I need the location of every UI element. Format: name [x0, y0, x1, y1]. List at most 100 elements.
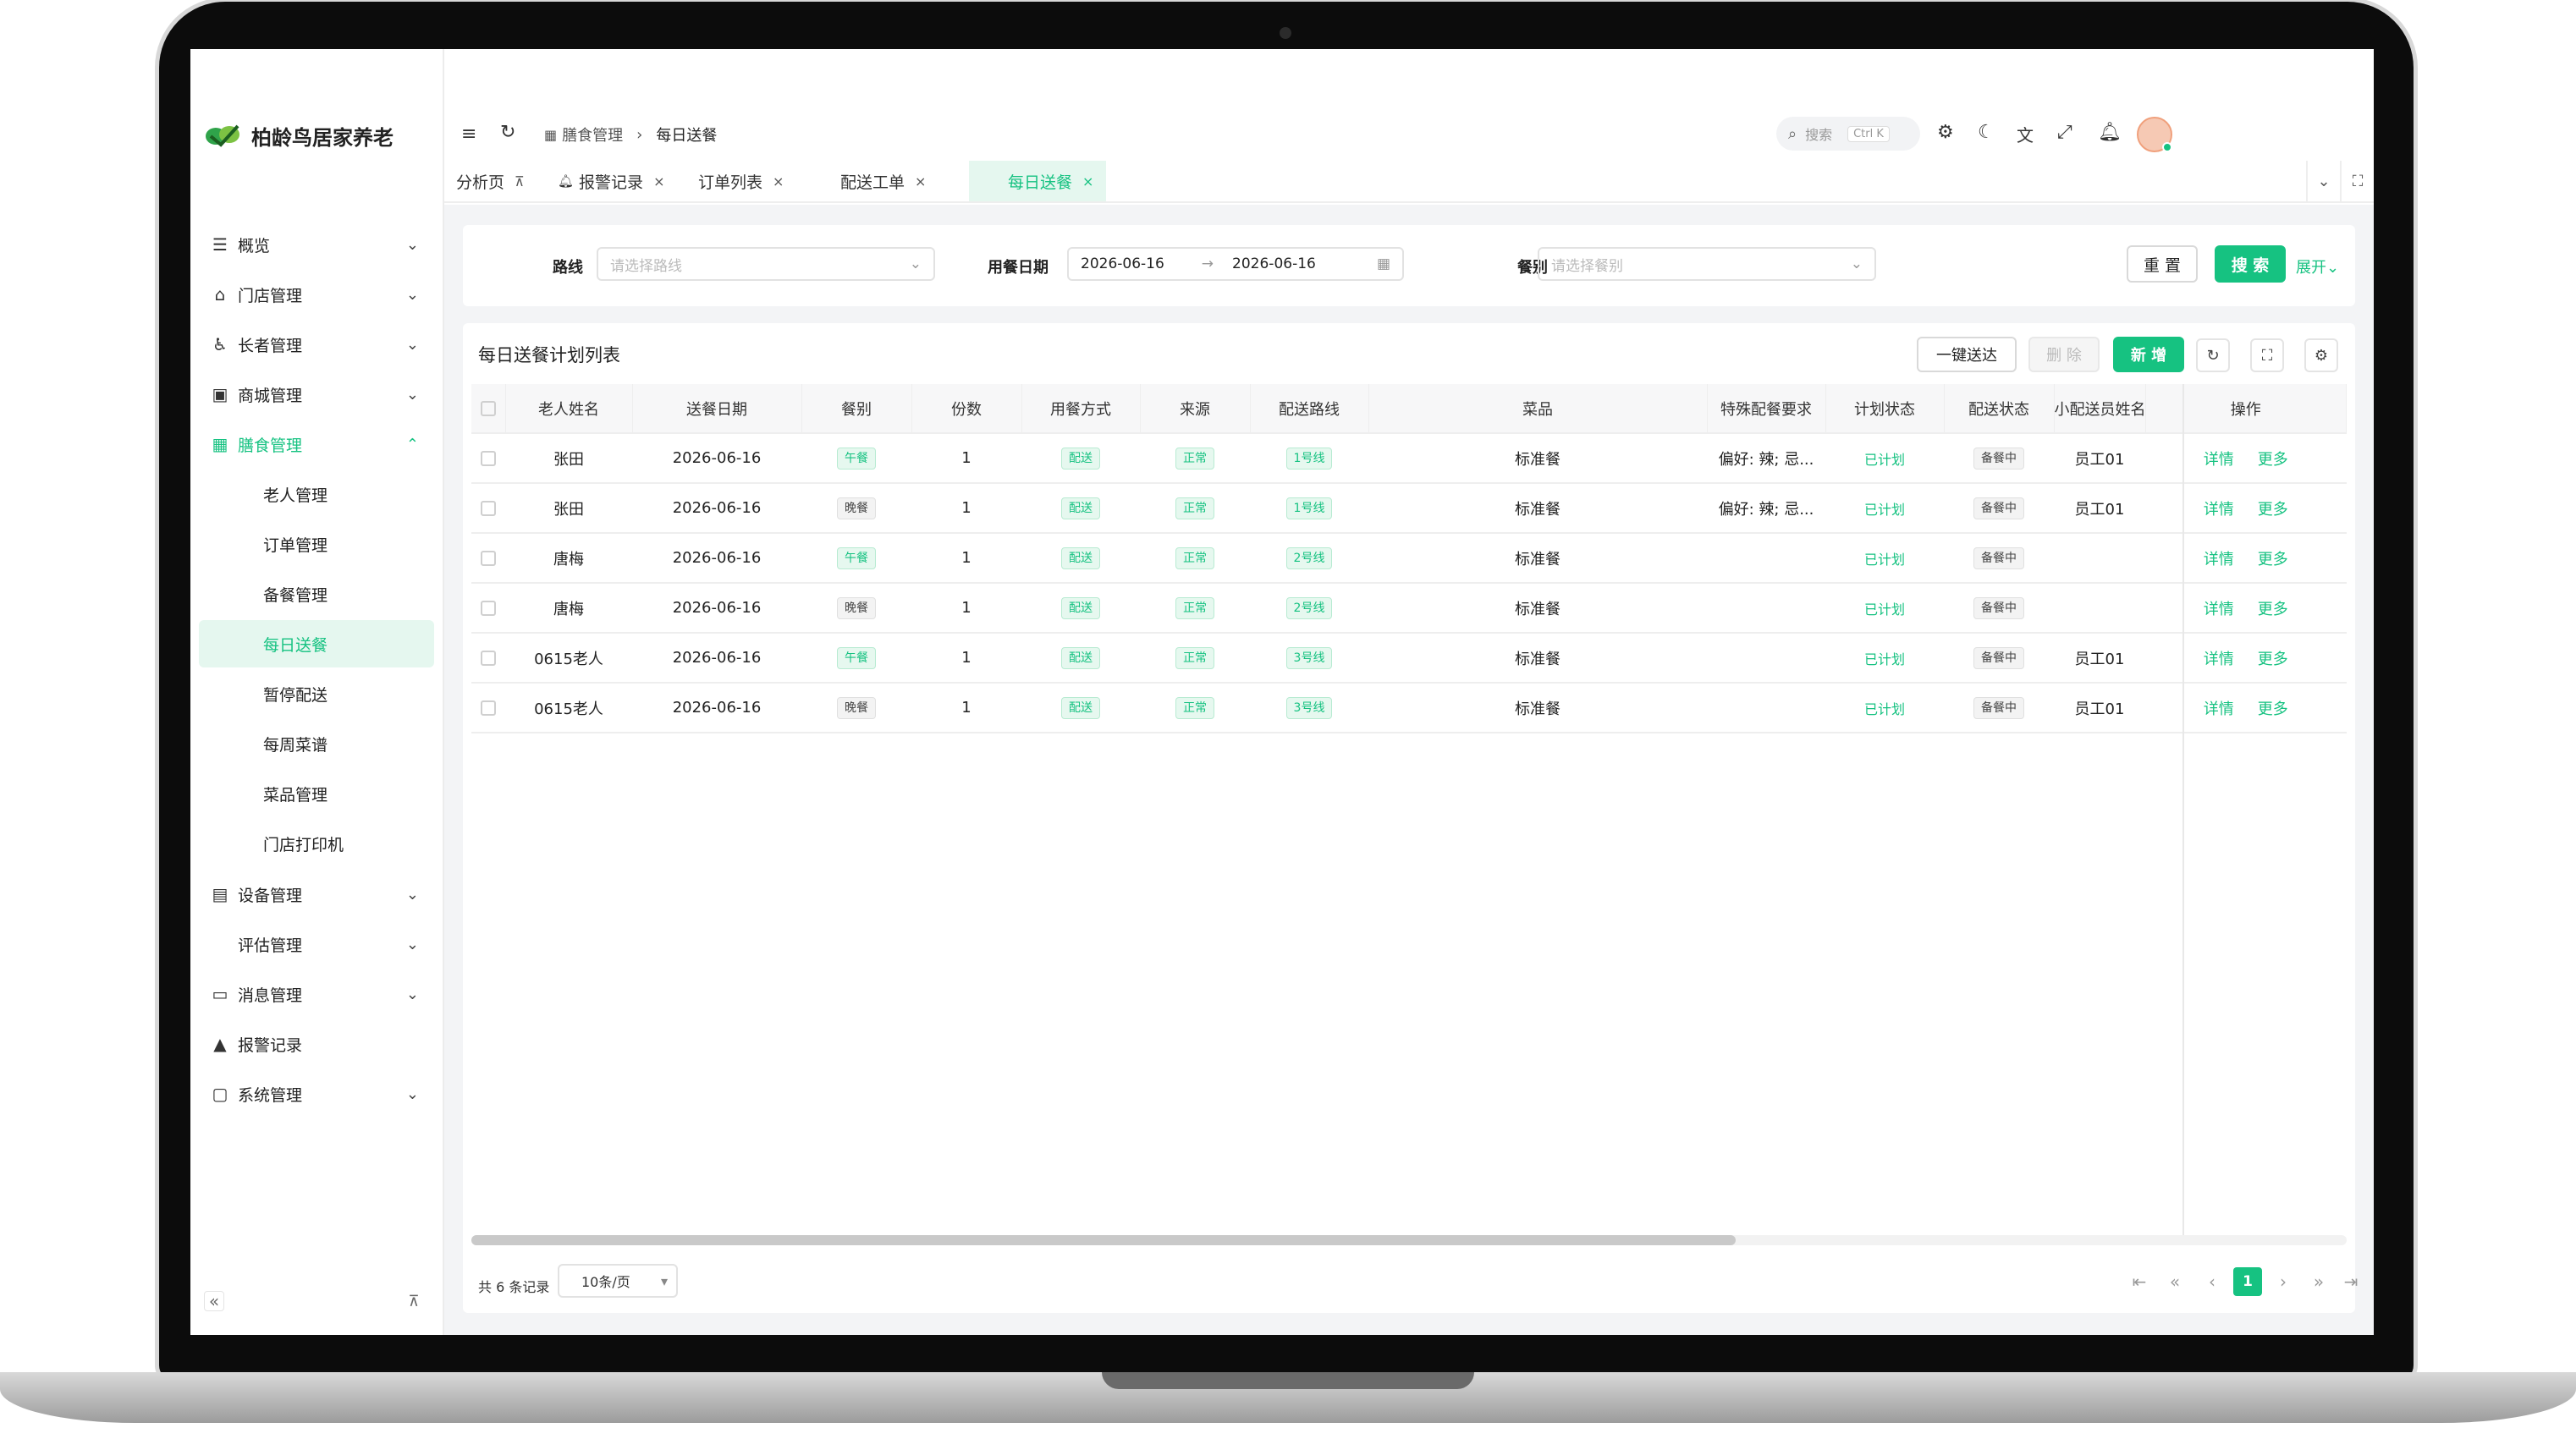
sidebar-item-alarm[interactable]: ▲ 报警记录 — [199, 1021, 434, 1067]
sidebar-subitem-prep-manage[interactable]: 备餐管理 — [199, 570, 434, 618]
sidebar-subitem-order-manage[interactable]: 订单管理 — [199, 520, 434, 568]
detail-link[interactable]: 详情 — [2204, 551, 2234, 568]
menu-toggle-button[interactable]: ≡ — [461, 124, 476, 145]
row-checkbox[interactable] — [481, 651, 496, 666]
scrollbar-thumb[interactable] — [471, 1235, 1736, 1245]
row-checkbox[interactable] — [481, 451, 496, 466]
scan-icon: ⛶ — [2352, 172, 2364, 190]
table-refresh-button[interactable]: ↻ — [2196, 338, 2230, 372]
sidebar-item-device[interactable]: ▤ 设备管理 ⌄ — [199, 871, 434, 917]
select-all-checkbox[interactable] — [480, 401, 496, 416]
theme-toggle-button[interactable]: ☾ — [1978, 122, 1995, 143]
prev-page-button[interactable]: ‹ — [2198, 1267, 2226, 1296]
sidebar-item-mall[interactable]: ▣ 商城管理 ⌄ — [199, 371, 434, 417]
sidebar-subitem-store-printer[interactable]: 门店打印机 — [199, 820, 434, 867]
quantity: 1 — [961, 449, 972, 467]
table-row[interactable]: 唐梅 2026-06-16 晚餐 1 配送 正常 2号线 标准餐 已计划 备餐中 详情 更多 — [471, 583, 2347, 634]
breadcrumb-parent[interactable]: 膳食管理 — [562, 124, 623, 146]
sidebar-item-store[interactable]: ⌂ 门店管理 ⌄ — [199, 272, 434, 317]
first-page-button[interactable]: ⇤ — [2125, 1267, 2154, 1296]
table-row[interactable]: 唐梅 2026-06-16 午餐 1 配送 正常 2号线 标准餐 已计划 备餐中 详情 更多 — [471, 533, 2347, 584]
sidebar-subitem-daily-delivery[interactable]: 每日送餐 — [199, 620, 434, 667]
date-range-picker[interactable]: 2026-06-16 → 2026-06-16 ▦ — [1067, 247, 1404, 281]
row-checkbox[interactable] — [481, 700, 496, 716]
collapse-sidebar-button[interactable]: « — [204, 1291, 224, 1311]
page-number-current[interactable]: 1 — [2233, 1267, 2262, 1296]
sidebar-subitem-weekly-menu[interactable]: 每周菜谱 — [199, 720, 434, 767]
table-row[interactable]: 张田 2026-06-16 晚餐 1 配送 正常 1号线 标准餐 偏好: 辣; 忌... 已计划 备… — [471, 483, 2347, 534]
sidebar-subitem-dish-manage[interactable]: 菜品管理 — [199, 770, 434, 817]
close-icon[interactable]: × — [653, 173, 664, 189]
detail-link[interactable]: 详情 — [2204, 601, 2234, 618]
next-five-button[interactable]: » — [2304, 1267, 2333, 1296]
close-icon[interactable]: × — [1082, 173, 1093, 189]
more-link[interactable]: 更多 — [2258, 451, 2288, 469]
last-page-button[interactable]: ⇥ — [2337, 1267, 2365, 1296]
sidebar-item-meal[interactable]: ▦ 膳食管理 ⌃ — [199, 421, 434, 467]
refresh-button[interactable]: ↻ — [500, 122, 515, 143]
tab-order-list[interactable]: 订单列表 × — [686, 161, 795, 201]
reset-button[interactable]: 重 置 — [2127, 245, 2198, 283]
tab-dropdown-button[interactable]: ⌄ — [2306, 161, 2340, 201]
close-icon[interactable]: × — [915, 173, 926, 189]
pin-icon[interactable]: ⊼ — [515, 173, 525, 189]
global-search[interactable]: ⌕ 搜索 Ctrl K — [1776, 117, 1920, 151]
column-header-delivery-status: 配送状态 — [1944, 384, 2055, 434]
meal-select[interactable]: 请选择餐别 ⌄ — [1538, 247, 1876, 281]
expand-filters-link[interactable]: 展开⌄ — [2296, 255, 2339, 277]
tab-daily-delivery[interactable]: 每日送餐 × — [969, 161, 1106, 201]
more-link[interactable]: 更多 — [2258, 551, 2288, 568]
fullscreen-button[interactable]: ⤢ — [2057, 122, 2072, 143]
horizontal-scrollbar[interactable] — [471, 1235, 2347, 1245]
sidebar-item-assessment[interactable]: 评估管理 ⌄ — [199, 921, 434, 967]
table-row[interactable]: 0615老人 2026-06-16 午餐 1 配送 正常 3号线 标准餐 已计划 备餐中 员工01 详… — [471, 633, 2347, 684]
row-checkbox[interactable] — [481, 501, 496, 516]
send-all-button[interactable]: 一键送达 — [1917, 337, 2017, 372]
row-checkbox[interactable] — [481, 551, 496, 566]
date-start[interactable]: 2026-06-16 — [1081, 255, 1164, 272]
sidebar-subitem-pause-delivery[interactable]: 暂停配送 — [199, 670, 434, 717]
settings-button[interactable]: ⚙ — [1937, 122, 1954, 143]
language-button[interactable]: 文 — [2017, 122, 2034, 146]
delete-button[interactable]: 删 除 — [2028, 337, 2100, 372]
app-logo[interactable]: 柏龄鸟居家养老 — [204, 117, 432, 154]
page-size-select[interactable]: 10条/页 ▾ — [558, 1264, 678, 1298]
table-row[interactable]: 张田 2026-06-16 午餐 1 配送 正常 1号线 标准餐 偏好: 辣; 忌... 已计划 备… — [471, 433, 2347, 484]
prev-five-button[interactable]: « — [2160, 1267, 2189, 1296]
date-end[interactable]: 2026-06-16 — [1232, 255, 1316, 272]
more-link[interactable]: 更多 — [2258, 601, 2288, 618]
avatar[interactable] — [2137, 117, 2172, 152]
tab-maximize-button[interactable]: ⛶ — [2340, 161, 2374, 201]
column-header-dining-mode: 用餐方式 — [1021, 384, 1141, 434]
detail-link[interactable]: 详情 — [2204, 651, 2234, 668]
sidebar-item-message[interactable]: ▭ 消息管理 ⌄ — [199, 971, 434, 1017]
more-link[interactable]: 更多 — [2258, 651, 2288, 668]
sidebar-item-overview[interactable]: ☰ 概览 ⌄ — [199, 222, 434, 267]
route-select[interactable]: 请选择路线 ⌄ — [597, 247, 935, 281]
detail-link[interactable]: 详情 — [2204, 501, 2234, 519]
close-icon[interactable]: × — [773, 173, 784, 189]
add-button[interactable]: 新 增 — [2113, 337, 2184, 372]
search-button[interactable]: 搜 索 — [2215, 245, 2286, 283]
table-fullscreen-button[interactable]: ⛶ — [2250, 338, 2284, 372]
sidebar-item-system[interactable]: ▢ 系统管理 ⌄ — [199, 1071, 434, 1117]
detail-link[interactable]: 详情 — [2204, 700, 2234, 718]
tab-delivery-orders[interactable]: 配送工单 × — [828, 161, 938, 201]
sidebar-item-elder[interactable]: ♿︎ 长者管理 ⌄ — [199, 321, 434, 367]
next-page-button[interactable]: › — [2269, 1267, 2298, 1296]
column-header-plan-status: 计划状态 — [1825, 384, 1945, 434]
detail-link[interactable]: 详情 — [2204, 451, 2234, 469]
plan-cell: 已计划 — [1825, 633, 1944, 684]
table-row[interactable]: 0615老人 2026-06-16 晚餐 1 配送 正常 3号线 标准餐 已计划 备餐中 员工01 详… — [471, 683, 2347, 733]
tab-alarm-records[interactable]: 🔔︎ 报警记录 × — [546, 161, 676, 201]
notifications-button[interactable]: 🔔︎ — [2098, 122, 2122, 143]
row-checkbox[interactable] — [481, 601, 496, 616]
sidebar-item-label: 膳食管理 — [238, 436, 303, 455]
actions-cell: 详情 更多 — [2145, 683, 2347, 733]
pin-sidebar-button[interactable]: ⊼ — [404, 1291, 424, 1311]
sidebar-subitem-elder-manage[interactable]: 老人管理 — [199, 470, 434, 518]
more-link[interactable]: 更多 — [2258, 501, 2288, 519]
table-settings-button[interactable]: ⚙ — [2304, 338, 2338, 372]
more-link[interactable]: 更多 — [2258, 700, 2288, 718]
tab-analysis[interactable]: 分析页 ⊼ — [444, 161, 537, 201]
